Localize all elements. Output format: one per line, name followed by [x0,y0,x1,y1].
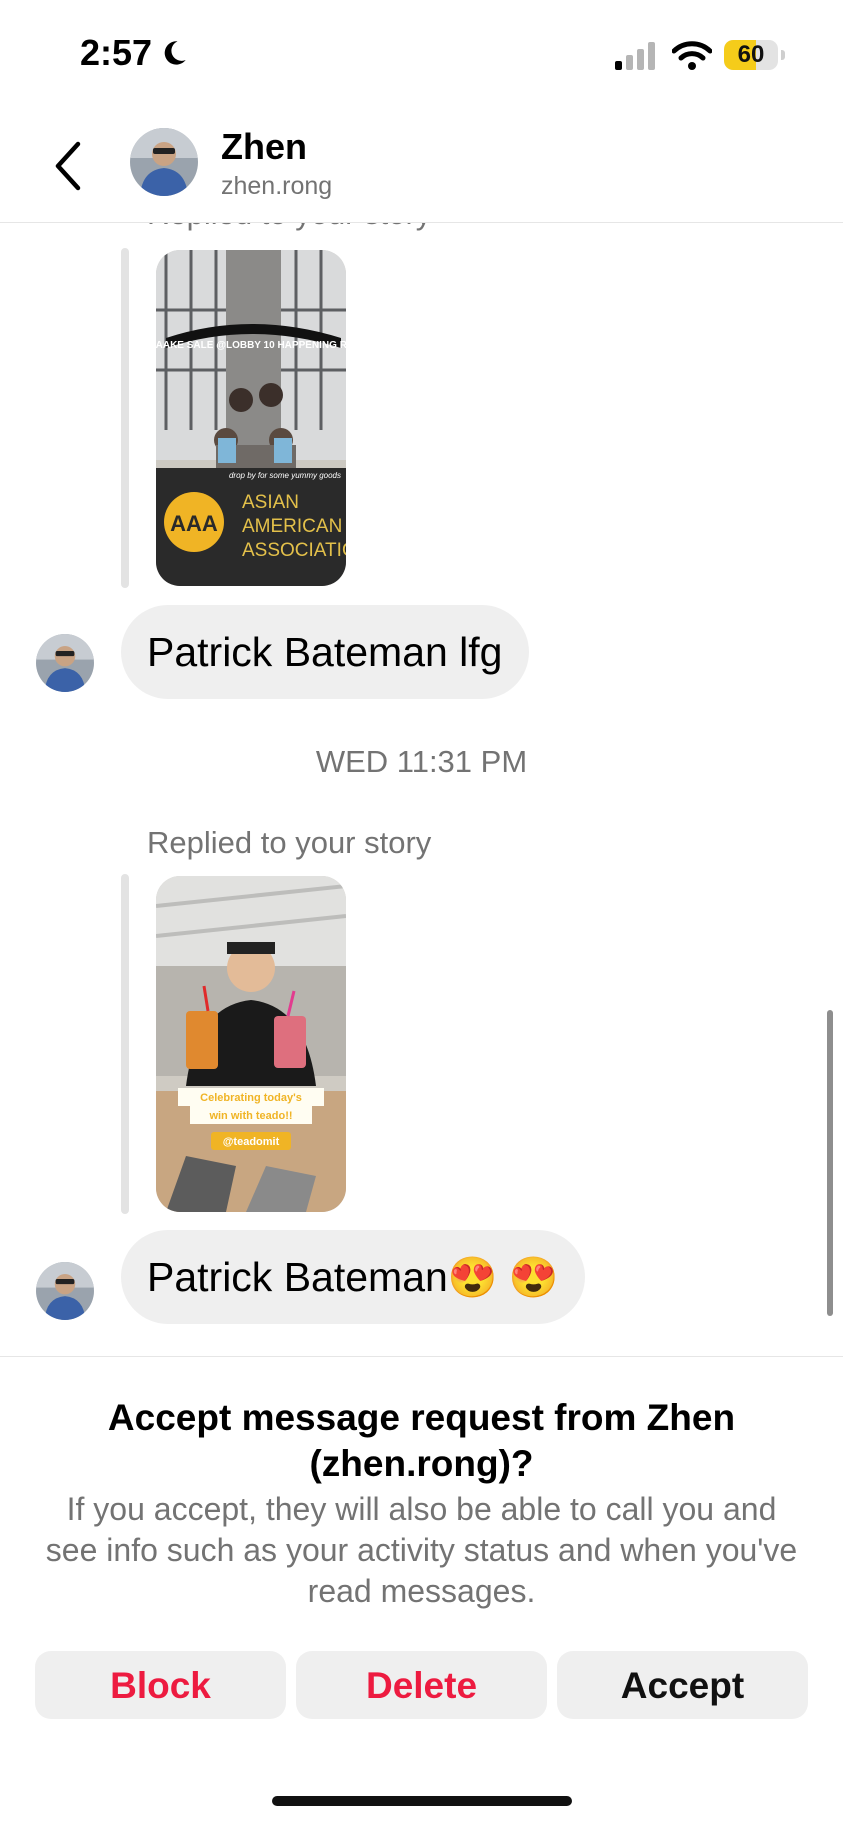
replied-label-cut: Replied to your story [147,222,431,232]
avatar[interactable] [36,634,94,692]
svg-text:Celebrating today's: Celebrating today's [200,1092,302,1104]
message-bubble[interactable]: Patrick Bateman lfg [121,605,529,699]
svg-text:@teadomit: @teadomit [223,1136,280,1148]
replied-label: Replied to your story [147,825,432,860]
contact-username: zhen.rong [221,172,333,200]
moon-icon [164,41,186,65]
status-bar: 2:57 60 [0,0,843,110]
delete-button[interactable]: Delete [296,1651,547,1719]
contact-name[interactable]: Zhen [221,126,307,168]
chat-header: Zhen zhen.rong [0,110,843,223]
request-title: Accept message request from Zhen (zhen.r… [107,1397,736,1484]
avatar[interactable] [130,128,198,196]
home-indicator[interactable] [272,1796,572,1806]
cellular-signal-icon [615,42,655,70]
svg-text:drop by for some yummy goods: drop by for some yummy goods [229,471,341,480]
back-chevron-icon[interactable] [50,138,86,194]
heart-eyes-emoji: 😍 😍 [447,1256,559,1300]
reply-indicator-bar [121,874,129,1214]
svg-text:AAA: AAA [170,511,218,536]
story-thumbnail-teado[interactable]: Celebrating today's win with teado!! @te… [156,876,346,1212]
timestamp-divider: WED 11:31 PM [315,744,528,779]
message-request-panel: Accept message request from Zhen (zhen.r… [0,1356,843,1825]
message-thread[interactable]: Replied to your story BAAAKE SALE @LOBBY… [0,222,843,1356]
svg-text:BAAAKE SALE @LOBBY 10 HAPPENIN: BAAAKE SALE @LOBBY 10 HAPPENING RN!! [156,340,346,351]
scrollbar[interactable] [827,1010,833,1316]
story-thumbnail-bake-sale[interactable]: BAAAKE SALE @LOBBY 10 HAPPENING RN!! dro… [156,250,346,586]
request-description: If you accept, they will also be able to… [45,1491,798,1609]
block-button[interactable]: Block [35,1651,286,1719]
svg-text:ASSOCIATION: ASSOCIATION [242,540,346,561]
status-time: 2:57 [80,32,188,74]
svg-text:win with teado!!: win with teado!! [208,1110,292,1122]
wifi-icon [672,41,712,70]
message-bubble[interactable]: Patrick Bateman😍 😍 [121,1230,585,1324]
avatar[interactable] [36,1262,94,1320]
accept-button[interactable]: Accept [557,1651,808,1719]
svg-text:AMERICAN: AMERICAN [242,516,342,537]
battery-indicator: 60 [724,40,785,72]
reply-indicator-bar [121,248,129,588]
svg-text:ASIAN: ASIAN [242,492,299,513]
